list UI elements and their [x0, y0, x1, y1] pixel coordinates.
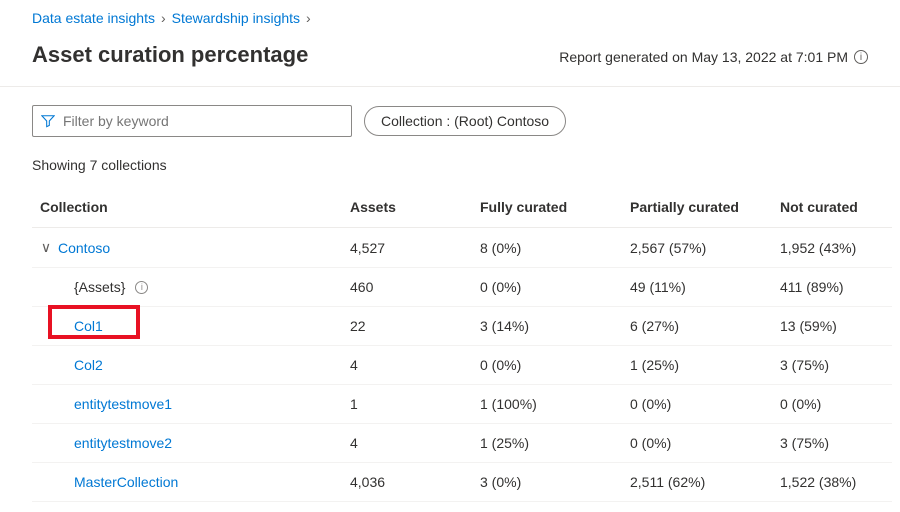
- cell-fully: 0 (0%): [472, 268, 622, 307]
- cell-assets: 4,527: [342, 228, 472, 268]
- cell-not: 3 (75%): [772, 346, 892, 385]
- cell-partially: 2,511 (62%): [622, 463, 772, 502]
- collection-name: {Assets}: [74, 279, 125, 295]
- filter-input-wrapper[interactable]: [32, 105, 352, 137]
- info-icon[interactable]: i: [854, 50, 868, 64]
- chevron-right-icon: ›: [306, 10, 311, 26]
- collection-name[interactable]: entitytestmove1: [74, 396, 172, 412]
- table-row: entitytestmove2 41 (25%)0 (0%)3 (75%): [32, 424, 892, 463]
- collections-table: Collection Assets Fully curated Partiall…: [32, 187, 892, 502]
- col-header-assets[interactable]: Assets: [342, 187, 472, 228]
- table-row: MasterCollection 4,0363 (0%)2,511 (62%)1,…: [32, 463, 892, 502]
- cell-assets: 22: [342, 307, 472, 346]
- cell-fully: 8 (0%): [472, 228, 622, 268]
- chevron-right-icon: ›: [161, 10, 166, 26]
- controls-row: Collection : (Root) Contoso: [0, 87, 900, 147]
- report-timestamp: Report generated on May 13, 2022 at 7:01…: [559, 49, 868, 65]
- table-row: ∨ Contoso 4,5278 (0%)2,567 (57%)1,952 (43%…: [32, 228, 892, 268]
- collection-name[interactable]: Contoso: [58, 240, 110, 256]
- page-header: Asset curation percentage Report generat…: [0, 32, 900, 87]
- collection-name[interactable]: Col1: [74, 318, 103, 334]
- collection-name[interactable]: entitytestmove2: [74, 435, 172, 451]
- cell-not: 1,952 (43%): [772, 228, 892, 268]
- collection-filter-pill[interactable]: Collection : (Root) Contoso: [364, 106, 566, 136]
- cell-fully: 1 (100%): [472, 385, 622, 424]
- table-row: Col2 40 (0%)1 (25%)3 (75%): [32, 346, 892, 385]
- filter-keyword-input[interactable]: [55, 113, 343, 129]
- page-title: Asset curation percentage: [32, 42, 308, 68]
- cell-not: 3 (75%): [772, 424, 892, 463]
- cell-not: 1,522 (38%): [772, 463, 892, 502]
- cell-partially: 0 (0%): [622, 424, 772, 463]
- collection-name[interactable]: MasterCollection: [74, 474, 178, 490]
- cell-assets: 4: [342, 424, 472, 463]
- collection-cell: ∨ Contoso: [40, 239, 334, 256]
- info-icon[interactable]: i: [135, 281, 148, 294]
- collection-cell: entitytestmove1: [40, 396, 334, 412]
- breadcrumb: Data estate insights › Stewardship insig…: [0, 0, 900, 32]
- filter-icon: [41, 114, 55, 128]
- chevron-down-icon[interactable]: ∨: [40, 239, 52, 256]
- collection-cell: MasterCollection: [40, 474, 334, 490]
- cell-assets: 4,036: [342, 463, 472, 502]
- cell-assets: 460: [342, 268, 472, 307]
- cell-partially: 49 (11%): [622, 268, 772, 307]
- collection-cell: {Assets} i: [40, 279, 334, 295]
- cell-not: 0 (0%): [772, 385, 892, 424]
- report-time-text: Report generated on May 13, 2022 at 7:01…: [559, 49, 848, 65]
- table-row: {Assets} i 4600 (0%)49 (11%)411 (89%): [32, 268, 892, 307]
- col-header-fully[interactable]: Fully curated: [472, 187, 622, 228]
- cell-fully: 3 (14%): [472, 307, 622, 346]
- cell-partially: 1 (25%): [622, 346, 772, 385]
- breadcrumb-data-estate[interactable]: Data estate insights: [32, 10, 155, 26]
- breadcrumb-stewardship[interactable]: Stewardship insights: [172, 10, 300, 26]
- cell-not: 411 (89%): [772, 268, 892, 307]
- col-header-partially[interactable]: Partially curated: [622, 187, 772, 228]
- collection-cell: Col1: [40, 318, 334, 334]
- cell-not: 13 (59%): [772, 307, 892, 346]
- col-header-not[interactable]: Not curated: [772, 187, 892, 228]
- cell-assets: 4: [342, 346, 472, 385]
- cell-fully: 3 (0%): [472, 463, 622, 502]
- results-count: Showing 7 collections: [0, 147, 900, 187]
- cell-partially: 0 (0%): [622, 385, 772, 424]
- collection-cell: entitytestmove2: [40, 435, 334, 451]
- cell-partially: 2,567 (57%): [622, 228, 772, 268]
- table-row: Col1 223 (14%)6 (27%)13 (59%): [32, 307, 892, 346]
- cell-fully: 0 (0%): [472, 346, 622, 385]
- cell-partially: 6 (27%): [622, 307, 772, 346]
- collection-name[interactable]: Col2: [74, 357, 103, 373]
- collections-table-wrap: Collection Assets Fully curated Partiall…: [0, 187, 900, 502]
- cell-fully: 1 (25%): [472, 424, 622, 463]
- table-row: entitytestmove111 (100%)0 (0%)0 (0%): [32, 385, 892, 424]
- collection-cell: Col2: [40, 357, 334, 373]
- cell-assets: 1: [342, 385, 472, 424]
- col-header-collection[interactable]: Collection: [32, 187, 342, 228]
